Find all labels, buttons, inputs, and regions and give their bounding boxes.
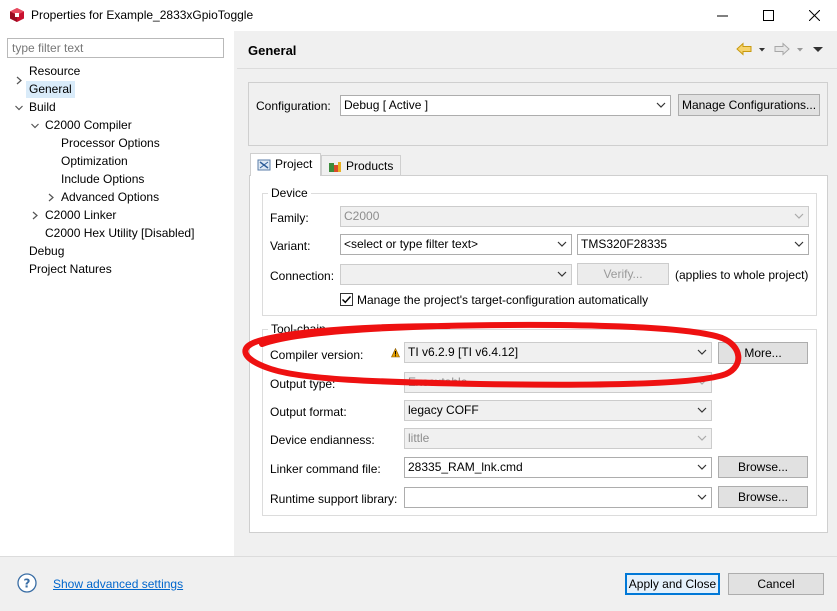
tree-item-advanced-options[interactable]: Advanced Options [61, 189, 159, 206]
view-menu-icon[interactable] [812, 42, 824, 56]
apply-and-close-button[interactable]: Apply and Close [625, 573, 720, 595]
verify-button[interactable]: Verify... [577, 263, 669, 285]
tree-item-processor-options[interactable]: Processor Options [61, 135, 160, 152]
connection-select[interactable] [340, 264, 572, 285]
linker-cmd-combo[interactable]: 28335_RAM_lnk.cmd [404, 457, 712, 478]
minimize-icon [716, 15, 728, 17]
chevron-down-icon[interactable] [14, 99, 24, 116]
family-label: Family: [270, 211, 309, 225]
tab-products[interactable]: Products [321, 155, 401, 177]
output-format-label: Output format: [270, 405, 347, 419]
chevron-down-icon [557, 271, 567, 277]
question-circle-icon[interactable]: ? [17, 573, 37, 593]
endianness-select[interactable]: little [404, 428, 712, 449]
runtime-lib-label: Runtime support library: [270, 492, 398, 506]
chevron-down-icon[interactable] [30, 117, 40, 134]
browse-runtime-button[interactable]: Browse... [718, 486, 808, 508]
tree-item-project-natures[interactable]: Project Natures [29, 261, 112, 278]
variant-value: TMS320F28335 [581, 237, 668, 251]
maximize-button[interactable] [745, 0, 791, 31]
compiler-version-select[interactable]: TI v6.2.9 [TI v6.4.12] [404, 342, 712, 363]
output-type-select[interactable]: Executable [404, 372, 712, 393]
chevron-right-icon[interactable] [30, 207, 40, 224]
configuration-value: Debug [ Active ] [344, 98, 429, 112]
close-icon [808, 10, 820, 21]
chevron-down-icon [697, 464, 707, 470]
applies-note: (applies to whole project) [675, 268, 809, 282]
output-type-label: Output type: [270, 377, 336, 391]
manage-configurations-button[interactable]: Manage Configurations... [678, 94, 820, 116]
checkmark-icon [342, 296, 352, 304]
tree-item-debug[interactable]: Debug [29, 243, 64, 260]
tab-project[interactable]: Project [250, 153, 321, 176]
chevron-down-icon [557, 241, 567, 247]
tree-item-optimization[interactable]: Optimization [61, 153, 128, 170]
page-title: General [248, 43, 297, 58]
runtime-lib-combo[interactable] [404, 487, 712, 508]
chevron-right-icon[interactable] [14, 72, 24, 89]
tree-item-resource[interactable]: Resource [29, 63, 80, 80]
manage-target-checkbox[interactable] [340, 293, 353, 306]
products-icon [329, 162, 341, 172]
variant-label: Variant: [270, 239, 311, 253]
tree-item-general[interactable]: General [26, 81, 75, 98]
family-value: C2000 [344, 209, 380, 223]
endianness-label: Device endianness: [270, 433, 375, 447]
tab-products-label: Products [346, 159, 394, 173]
chevron-down-icon [697, 379, 707, 385]
connection-label: Connection: [270, 269, 335, 283]
tab-project-label: Project [275, 157, 313, 171]
configuration-label: Configuration: [256, 99, 331, 113]
svg-text:?: ? [24, 577, 31, 591]
minimize-button[interactable] [699, 0, 745, 31]
output-format-select[interactable]: legacy COFF [404, 400, 712, 421]
endianness-value: little [408, 431, 430, 445]
chevron-right-icon[interactable] [46, 189, 56, 206]
tree-item-c2000-linker[interactable]: C2000 Linker [45, 207, 116, 224]
window-title: Properties for Example_2833xGpioToggle [31, 8, 254, 22]
tree-item-c2000-compiler[interactable]: C2000 Compiler [45, 117, 132, 134]
output-type-value: Executable [408, 375, 468, 389]
linker-cmd-label: Linker command file: [270, 462, 381, 476]
cancel-button[interactable]: Cancel [728, 573, 824, 595]
chevron-down-icon [656, 102, 666, 108]
chevron-down-icon [697, 349, 707, 355]
back-arrow-icon[interactable] [736, 42, 752, 56]
device-group-title: Device [268, 186, 311, 200]
variant-filter-combo[interactable]: <select or type filter text> [340, 234, 572, 255]
chevron-down-icon [697, 494, 707, 500]
property-tree-pane: Resource General Build C2000 Compiler Pr… [0, 31, 234, 556]
warning-icon [391, 348, 400, 358]
browse-linker-button[interactable]: Browse... [718, 456, 808, 478]
filter-input[interactable] [7, 38, 224, 58]
compiler-version-value: TI v6.2.9 [TI v6.4.12] [408, 345, 519, 359]
back-menu-chevron-icon[interactable] [757, 42, 767, 56]
maximize-icon [762, 10, 774, 21]
manage-target-label[interactable]: Manage the project's target-configuratio… [357, 293, 648, 307]
tree-item-include-options[interactable]: Include Options [61, 171, 144, 188]
output-format-value: legacy COFF [408, 403, 479, 417]
chevron-down-icon [794, 213, 804, 219]
ccs-cube-icon [10, 8, 24, 22]
project-icon [257, 159, 271, 171]
close-button[interactable] [791, 0, 837, 31]
linker-cmd-value: 28335_RAM_lnk.cmd [408, 460, 523, 474]
tree-item-c2000-hex-utility[interactable]: C2000 Hex Utility [Disabled] [45, 225, 194, 242]
compiler-version-label: Compiler version: [270, 348, 364, 362]
show-advanced-settings-link[interactable]: Show advanced settings [53, 577, 183, 591]
forward-arrow-icon[interactable] [774, 42, 790, 56]
chevron-down-icon [697, 435, 707, 441]
forward-menu-chevron-icon[interactable] [795, 42, 805, 56]
chevron-down-icon [697, 407, 707, 413]
family-select[interactable]: C2000 [340, 206, 809, 227]
variant-filter-text: <select or type filter text> [344, 237, 479, 251]
variant-select[interactable]: TMS320F28335 [577, 234, 809, 255]
configuration-select[interactable]: Debug [ Active ] [340, 95, 671, 116]
chevron-down-icon [794, 241, 804, 247]
tree-item-build[interactable]: Build [29, 99, 56, 116]
toolchain-group-title: Tool-chain [268, 322, 329, 336]
more-button[interactable]: More... [718, 342, 808, 364]
